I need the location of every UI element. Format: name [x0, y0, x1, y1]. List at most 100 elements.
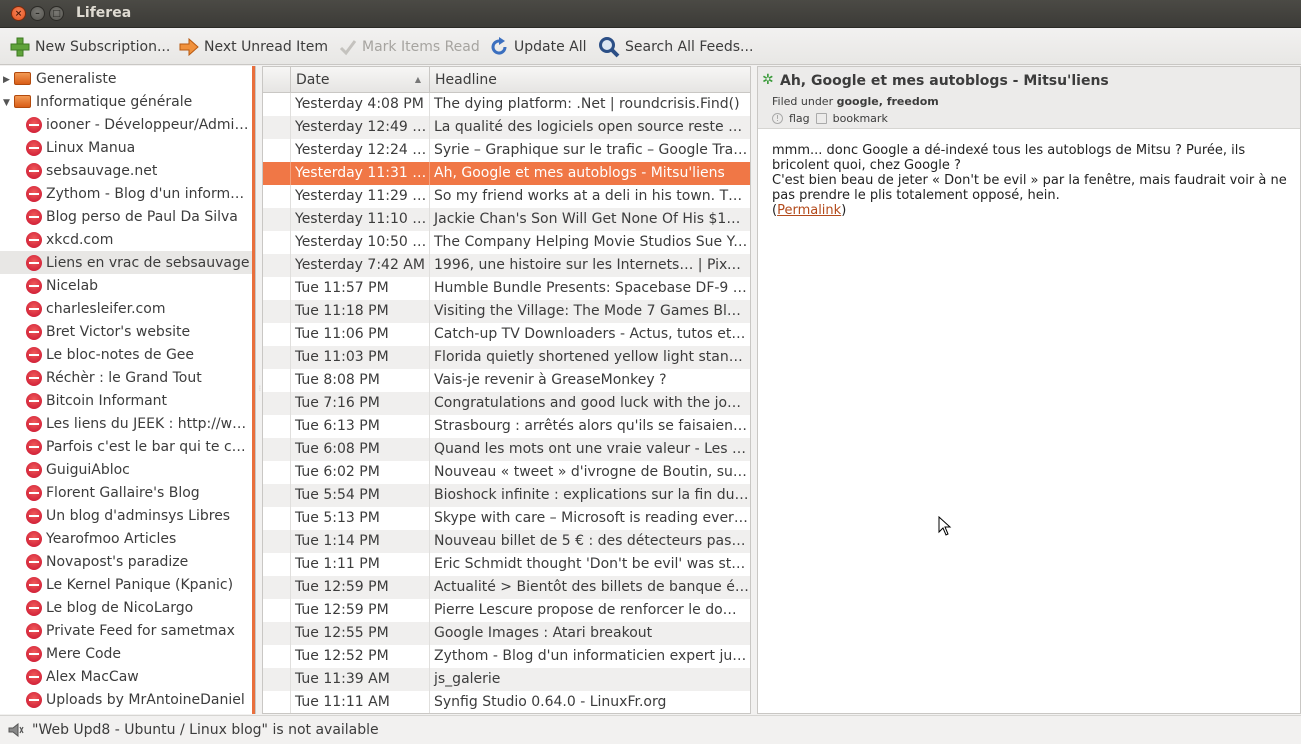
sidebar-feed-item[interactable]: Yearofmoo Articles [0, 527, 252, 550]
permalink-link[interactable]: Permalink [777, 203, 841, 218]
item-headline: Nouveau billet de 5 € : des détecteurs p… [434, 533, 749, 549]
feed-label: Zythom - Blog d'un informati... [46, 185, 252, 202]
item-row[interactable]: Yesterday 12:24 PM Syrie – Graphique sur … [263, 139, 750, 162]
item-row[interactable]: Yesterday 4:08 PM The dying platform: .Ne… [263, 93, 750, 116]
item-row[interactable]: Tue 6:02 PM Nouveau « tweet » d'ivrogne d… [263, 461, 750, 484]
item-row[interactable]: Yesterday 12:49 PM La qualité des logicie… [263, 116, 750, 139]
item-headline: Actualité > Bientôt des billets de banqu… [434, 579, 749, 595]
sidebar-feed-item[interactable]: Mere Code [0, 642, 252, 665]
item-state-cell [263, 323, 291, 346]
unavailable-feed-icon [26, 116, 42, 133]
item-row[interactable]: Tue 11:03 PM Florida quietly shortened ye… [263, 346, 750, 369]
sidebar-feed-item[interactable]: iooner - Développeur/Admin... [0, 113, 252, 136]
sidebar-feed-item[interactable]: Le Kernel Panique (Kpanic) [0, 573, 252, 596]
flag-link[interactable]: flag [789, 112, 810, 125]
item-date: Yesterday 11:31 AM [291, 162, 430, 185]
sidebar-feed-item[interactable]: Bret Victor's website [0, 320, 252, 343]
sidebar-feed-item[interactable]: Blog perso de Paul Da Silva [0, 205, 252, 228]
update-all-button[interactable]: Update All [489, 36, 587, 58]
column-header-date[interactable]: Date ▲ [291, 67, 430, 93]
folder-generaliste[interactable]: ▶ Generaliste [0, 67, 252, 90]
expander-expanded-icon[interactable]: ▼ [3, 98, 10, 108]
item-row[interactable]: Tue 12:55 PM Google Images : Atari breako… [263, 622, 750, 645]
next-unread-button[interactable]: Next Unread Item [179, 36, 328, 58]
window-title: Liferea [76, 5, 132, 21]
sidebar-feed-item[interactable]: charlesleifer.com [0, 297, 252, 320]
item-row[interactable]: Yesterday 11:10 AM Jackie Chan's Son Will… [263, 208, 750, 231]
item-row[interactable]: Tue 6:08 PM Quand les mots ont une vraie … [263, 438, 750, 461]
sidebar-scroll-indicator[interactable] [252, 66, 255, 714]
sidebar-feed-item[interactable]: Linux Manua [0, 136, 252, 159]
bookmark-link[interactable]: bookmark [833, 112, 888, 125]
item-row[interactable]: Tue 1:14 PM Nouveau billet de 5 € : des d… [263, 530, 750, 553]
item-row[interactable]: Tue 11:39 AM js_galerie [263, 668, 750, 691]
sidebar-feed-item[interactable]: Uploads by MrAntoineDaniel [0, 688, 252, 711]
item-state-cell [263, 576, 291, 599]
item-row[interactable]: Tue 11:57 PM Humble Bundle Presents: Spac… [263, 277, 750, 300]
item-headline: Ah, Google et mes autoblogs - Mitsu'lien… [434, 165, 725, 181]
item-row[interactable]: Tue 12:52 PM Zythom - Blog d'un informati… [263, 645, 750, 668]
sidebar-feed-item[interactable]: Les liens du JEEK : http://ww... [0, 412, 252, 435]
item-row[interactable]: Tue 12:59 PM Actualité > Bientôt des bill… [263, 576, 750, 599]
sidebar-feed-item[interactable]: Zythom - Blog d'un informati... [0, 182, 252, 205]
item-title[interactable]: Ah, Google et mes autoblogs - Mitsu'lien… [780, 73, 1109, 89]
item-row[interactable]: Tue 12:59 PM Pierre Lescure propose de re… [263, 599, 750, 622]
sidebar-feed-item[interactable]: Liens en vrac de sebsauvage [0, 251, 252, 274]
sidebar-feed-item[interactable]: Réchèr : le Grand Tout [0, 366, 252, 389]
feed-label: Uploads by MrAntoineDaniel [46, 691, 245, 708]
search-all-feeds-button[interactable]: Search All Feeds... [598, 36, 753, 58]
sidebar-feed-item[interactable]: Un blog d'adminsys Libres [0, 504, 252, 527]
sort-ascending-icon: ▲ [414, 75, 421, 84]
item-row[interactable]: Yesterday 7:42 AM 1996, une histoire sur … [263, 254, 750, 277]
item-row[interactable]: Tue 6:13 PM Strasbourg : arrêtés alors qu… [263, 415, 750, 438]
expander-collapsed-icon[interactable]: ▶ [3, 75, 10, 85]
mark-items-read-button[interactable]: Mark Items Read [339, 36, 480, 58]
sidebar-feed-item[interactable]: Le bloc-notes de Gee [0, 343, 252, 366]
sidebar-feed-item[interactable]: Alex MacCaw [0, 665, 252, 688]
sidebar-feed-item[interactable]: Florent Gallaire's Blog [0, 481, 252, 504]
sidebar-feed-item[interactable]: GuiguiAbloc [0, 458, 252, 481]
next-unread-label: Next Unread Item [204, 39, 329, 55]
sidebar-feed-item[interactable]: Private Feed for sametmax [0, 619, 252, 642]
item-row[interactable]: Tue 11:18 PM Visiting the Village: The Mo… [263, 300, 750, 323]
item-row[interactable]: Tue 7:16 PM Congratulations and good luck… [263, 392, 750, 415]
column-header-headline[interactable]: Headline [430, 67, 750, 93]
permalink-line: (Permalink) [772, 203, 1294, 218]
search-icon [599, 37, 620, 58]
sidebar-feed-item[interactable]: Bitcoin Informant [0, 389, 252, 412]
folder-icon [14, 95, 31, 108]
item-row[interactable]: Tue 11:06 PM Catch-up TV Downloaders - Ac… [263, 323, 750, 346]
item-state-cell [263, 162, 291, 185]
unavailable-feed-icon [26, 438, 42, 455]
sidebar-feed-item[interactable]: Nicelab [0, 274, 252, 297]
item-state-cell [263, 300, 291, 323]
sidebar-feed-item[interactable]: xkcd.com [0, 228, 252, 251]
sidebar-feed-item[interactable]: Parfois c'est le bar qui te co... [0, 435, 252, 458]
pane-splitter-handle[interactable]: ⋮ [257, 385, 263, 392]
item-row[interactable]: Tue 11:11 AM Synfig Studio 0.64.0 - Linux… [263, 691, 750, 713]
new-subscription-button[interactable]: New Subscription... [10, 36, 170, 58]
unavailable-feed-icon [26, 185, 42, 202]
folder-informatique-generale[interactable]: ▼ Informatique générale [0, 90, 252, 113]
item-state-cell [263, 622, 291, 645]
item-row[interactable]: Yesterday 11:29 AM So my friend works at … [263, 185, 750, 208]
offline-status-icon[interactable] [8, 723, 24, 737]
item-row[interactable]: Tue 8:08 PM Vais-je revenir à GreaseMonke… [263, 369, 750, 392]
maximize-window-button[interactable]: □ [49, 6, 64, 21]
close-window-button[interactable]: × [11, 6, 26, 21]
feed-label: Alex MacCaw [46, 668, 139, 685]
minimize-window-button[interactable]: – [30, 6, 45, 21]
item-headline: Jackie Chan's Son Will Get None Of His $… [434, 211, 749, 227]
tag-list[interactable]: google, freedom [837, 95, 939, 108]
item-date: Tue 11:11 AM [291, 691, 430, 713]
item-row[interactable]: Tue 5:54 PM Bioshock infinite : explicati… [263, 484, 750, 507]
item-row[interactable]: Tue 1:11 PM Eric Schmidt thought 'Don't b… [263, 553, 750, 576]
item-row[interactable]: Yesterday 10:50 AM The Company Helping Mo… [263, 231, 750, 254]
item-state-cell [263, 139, 291, 162]
sidebar-feed-item[interactable]: Le blog de NicoLargo [0, 596, 252, 619]
column-header-state[interactable] [263, 67, 291, 93]
sidebar-feed-item[interactable]: Novapost's paradize [0, 550, 252, 573]
item-row[interactable]: Yesterday 11:31 AM Ah, Google et mes auto… [263, 162, 750, 185]
sidebar-feed-item[interactable]: sebsauvage.net [0, 159, 252, 182]
item-row[interactable]: Tue 5:13 PM Skype with care – Microsoft i… [263, 507, 750, 530]
